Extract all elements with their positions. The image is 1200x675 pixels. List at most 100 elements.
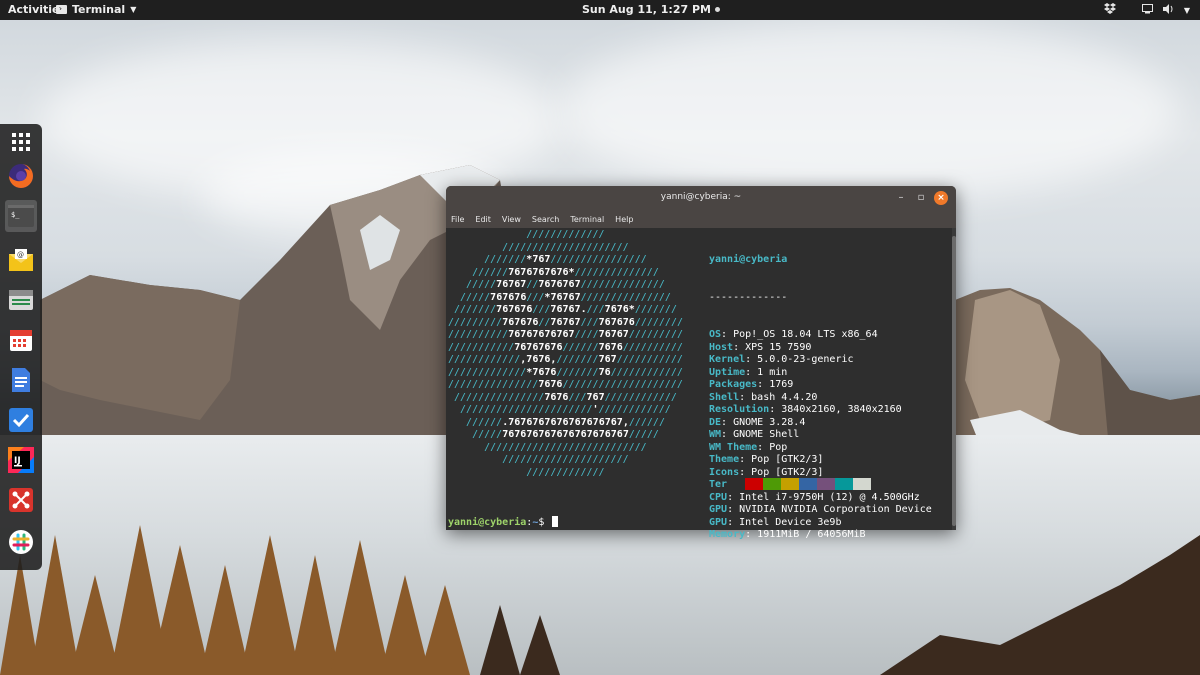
text-cursor <box>552 516 559 527</box>
info-value: 3840x2160, 3840x2160 <box>781 404 902 415</box>
intellij-icon[interactable]: IJ <box>5 444 37 476</box>
dropbox-icon[interactable] <box>1103 3 1116 17</box>
maximize-icon[interactable]: ▫ <box>914 191 928 205</box>
logo-line: /////767676767676767676767///// <box>448 429 659 440</box>
info-key: Packages <box>709 379 758 390</box>
system-tray: ▼ <box>1103 2 1190 18</box>
info-key: DE <box>709 416 722 428</box>
terminal-window[interactable]: yanni@cyberia: ~ – ▫ × File Edit View Se… <box>446 186 956 540</box>
info-row: Shell: bash 4.4.20 <box>709 391 818 403</box>
logo-line: /////767676///*76767/////////////// <box>448 291 671 303</box>
info-key: Uptime <box>709 366 746 378</box>
close-icon[interactable]: × <box>934 191 948 205</box>
logo-line: ///////////////7676//////////////////// <box>448 379 683 390</box>
show-applications-icon[interactable] <box>5 126 37 158</box>
logo-line: /////////////*7676///////76//////////// <box>448 366 683 378</box>
menu-help[interactable]: Help <box>615 215 633 224</box>
info-value: 1769 <box>769 379 794 390</box>
logo-line: ///////////////////// <box>448 454 629 465</box>
info-row: GPU: NVIDIA NVIDIA Corporation Device <box>709 504 932 515</box>
minimize-icon[interactable]: – <box>894 191 908 205</box>
color-palette <box>727 478 871 490</box>
scrollbar-thumb[interactable] <box>952 236 956 526</box>
color-swatch <box>727 478 745 490</box>
info-value: GNOME Shell <box>733 429 800 440</box>
color-swatch <box>817 478 835 490</box>
info-row: OS: Pop!_OS 18.04 LTS x86_64 <box>709 329 878 340</box>
user-host: yanni@cyberia <box>709 254 788 265</box>
shell-prompt[interactable]: yanni@cyberia:~$ <box>448 516 559 530</box>
info-value: 5.0.0-23-generic <box>757 354 854 365</box>
system-info: yanni@cyberia ------------- OS: Pop!_OS … <box>709 229 932 567</box>
menu-edit[interactable]: Edit <box>475 215 491 224</box>
info-value: Pop [GTK2/3] <box>751 466 824 478</box>
chevron-down-icon: ▼ <box>130 5 137 14</box>
menu-terminal[interactable]: Terminal <box>570 215 604 224</box>
info-key: WM Theme <box>709 441 758 453</box>
power-menu-icon[interactable]: ▼ <box>1184 6 1190 15</box>
app-menu[interactable]: Terminal ▼ <box>56 3 136 16</box>
terminal-output[interactable]: ///////////// ///////////////////// ////… <box>446 228 952 540</box>
logo-line: //////////76767676767////76767///////// <box>448 329 683 340</box>
screen-icon[interactable] <box>1141 3 1153 17</box>
file-manager-icon[interactable] <box>5 284 37 316</box>
menu-search[interactable]: Search <box>532 215 559 224</box>
info-value: bash 4.4.20 <box>751 391 818 403</box>
slack-icon[interactable] <box>5 526 37 558</box>
info-row: Host: XPS 15 7590 <box>709 341 812 353</box>
terminal-dock-icon[interactable]: $_ <box>5 200 37 232</box>
pop-os-ascii-logo: ///////////// ///////////////////// ////… <box>448 229 683 479</box>
info-row: Memory: 1911MiB / 64056MiB <box>709 529 866 540</box>
calendar-icon[interactable] <box>5 324 37 356</box>
document-icon[interactable] <box>5 364 37 396</box>
app-menu-label: Terminal <box>72 3 126 16</box>
info-value: Pop [GTK2/3] <box>751 454 824 465</box>
logo-line: ///////////////7676///767//////////// <box>448 391 677 403</box>
info-row: Kernel: 5.0.0-23-generic <box>709 354 854 365</box>
menu-bar: File Edit View Search Terminal Help <box>446 210 956 228</box>
prompt-symbol: $ <box>538 517 551 528</box>
window-titlebar[interactable]: yanni@cyberia: ~ – ▫ × <box>446 186 956 210</box>
logo-line: ///////767676///76767.///7676*/////// <box>448 304 677 315</box>
logo-line: /////76767//7676767////////////// <box>448 279 665 290</box>
info-key: Shell <box>709 391 740 403</box>
mindmap-app-icon[interactable] <box>5 484 37 516</box>
info-key: Memory <box>709 529 746 540</box>
logo-line: //////////////////////'//////////// <box>448 404 671 415</box>
logo-line: //////.7676767676767676767,////// <box>448 416 665 428</box>
menu-view[interactable]: View <box>502 215 521 224</box>
info-value: Pop!_OS 18.04 LTS x86_64 <box>733 329 878 340</box>
menu-file[interactable]: File <box>451 215 464 224</box>
info-key: GPU <box>709 504 728 515</box>
info-value: NVIDIA NVIDIA Corporation Device <box>739 504 932 515</box>
info-value: XPS 15 7590 <box>745 341 812 353</box>
mail-icon[interactable]: @ <box>5 244 37 276</box>
info-key: Resolution <box>709 404 770 415</box>
logo-line: ///////////// <box>448 466 605 478</box>
color-swatch <box>781 478 799 490</box>
info-key: WM <box>709 429 722 440</box>
info-row: GPU: Intel Device 3e9b <box>709 516 842 528</box>
logo-line: /////////////////////////// <box>448 441 647 453</box>
prompt-user: yanni@cyberia <box>448 517 527 528</box>
info-key: CPU <box>709 491 728 503</box>
scrollbar[interactable] <box>952 228 956 530</box>
volume-icon[interactable] <box>1162 3 1174 17</box>
logo-line: //////7676767676*////////////// <box>448 266 659 278</box>
firefox-icon[interactable] <box>5 160 37 192</box>
info-key: Kernel <box>709 354 746 365</box>
window-title: yanni@cyberia: ~ <box>660 192 742 202</box>
dock: $_ @ IJ <box>0 124 42 570</box>
terminal-icon <box>56 5 67 14</box>
info-separator: ------------- <box>709 291 788 303</box>
info-key: Icons <box>709 466 740 478</box>
tasks-checkmark-icon[interactable] <box>5 404 37 436</box>
logo-line: ///////////// <box>448 229 605 240</box>
clock[interactable]: Sun Aug 11, 1:27 PM <box>582 3 720 16</box>
svg-text:$_: $_ <box>11 211 20 219</box>
info-value: Pop <box>769 441 788 453</box>
info-row: Resolution: 3840x2160, 3840x2160 <box>709 404 902 415</box>
logo-line: ///////////76767676//////7676////////// <box>448 341 683 353</box>
color-swatch <box>799 478 817 490</box>
color-swatch <box>835 478 853 490</box>
